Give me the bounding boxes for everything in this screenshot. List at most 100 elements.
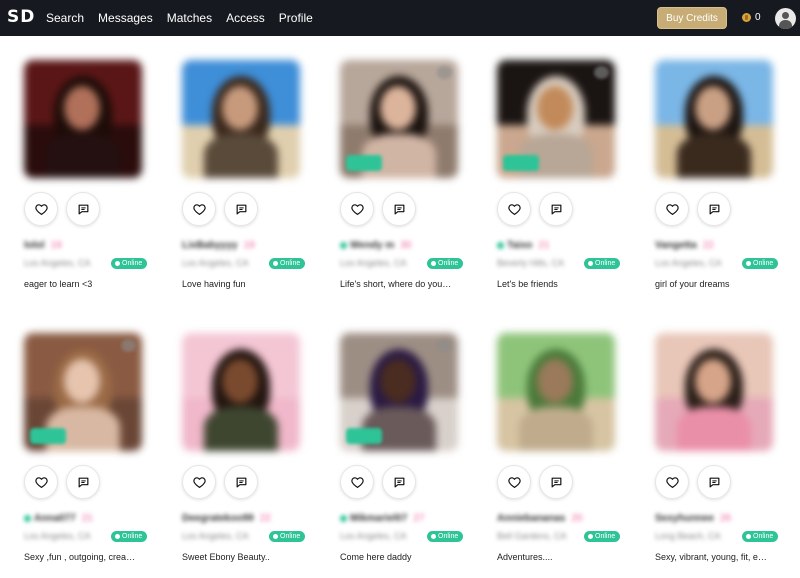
profile-name-row[interactable]: Deegratekoo99 22 xyxy=(182,511,332,525)
nav-messages[interactable]: Messages xyxy=(98,11,153,25)
profile-card[interactable]: LixBabyyyy 19 Los Angeles, CA Online Lov… xyxy=(182,60,332,300)
nav-profile[interactable]: Profile xyxy=(279,11,313,25)
profile-name-row[interactable]: Anniebananas 20 xyxy=(497,511,647,525)
profile-name-row[interactable]: Sexyhunnee 26 xyxy=(655,511,800,525)
profile-location: Los Angeles, CA xyxy=(340,531,407,541)
profile-card[interactable]: Mikmariel07 27 Los Angeles, CA Online Co… xyxy=(340,333,490,573)
profile-name-row[interactable]: Wendy m 30 xyxy=(340,238,490,252)
like-button[interactable] xyxy=(340,465,374,499)
profile-tagline: Let's be friends xyxy=(497,279,558,289)
message-icon xyxy=(709,477,719,487)
buy-credits-button[interactable]: Buy Credits xyxy=(657,7,727,29)
like-button[interactable] xyxy=(182,192,216,226)
profile-username[interactable]: Wendy m xyxy=(350,240,394,251)
photo-body-shape xyxy=(519,407,593,451)
message-button[interactable] xyxy=(224,192,258,226)
like-button[interactable] xyxy=(182,465,216,499)
message-button[interactable] xyxy=(382,192,416,226)
profile-tagline: Adventures.... xyxy=(497,552,553,562)
message-icon xyxy=(394,204,404,214)
profile-age: 26 xyxy=(719,512,732,524)
profile-username[interactable]: lolol xyxy=(24,240,45,251)
heart-icon xyxy=(665,476,679,488)
heart-icon xyxy=(507,476,521,488)
profile-location: Los Angeles, CA xyxy=(655,258,722,268)
profile-name-row[interactable]: Taixo 21 xyxy=(497,238,647,252)
like-button[interactable] xyxy=(24,192,58,226)
online-status-badge: Online xyxy=(584,258,621,269)
profile-card[interactable]: lolol 19 Los Angeles, CA Online eager to… xyxy=(24,60,174,300)
heart-icon xyxy=(350,476,364,488)
profile-name-row[interactable]: Anna077 21 xyxy=(24,511,174,525)
nav-access[interactable]: Access xyxy=(226,11,265,25)
profile-username[interactable]: Sexyhunnee xyxy=(655,513,714,524)
profile-name-row[interactable]: LixBabyyyy 19 xyxy=(182,238,332,252)
profile-location: Los Angeles, CA xyxy=(340,258,407,268)
online-status-badge: Online xyxy=(269,258,306,269)
message-icon xyxy=(78,477,88,487)
nav-matches[interactable]: Matches xyxy=(167,11,212,25)
profile-tagline: Life's short, where do you… xyxy=(340,279,452,289)
profile-username[interactable]: Anna077 xyxy=(34,513,76,524)
verified-badge xyxy=(346,428,382,444)
profile-tagline: Sexy ,fun , outgoing, crea… xyxy=(24,552,136,562)
profile-photo[interactable] xyxy=(655,333,773,451)
user-avatar-icon[interactable] xyxy=(775,8,796,29)
profile-card[interactable]: Deegratekoo99 22 Los Angeles, CA Online … xyxy=(182,333,332,573)
like-button[interactable] xyxy=(340,192,374,226)
message-button[interactable] xyxy=(66,465,100,499)
site-logo[interactable]: SD xyxy=(7,7,35,27)
profile-name-row[interactable]: Vangetta 22 xyxy=(655,238,800,252)
verified-badge xyxy=(503,155,539,171)
profile-card[interactable]: Anna077 21 Los Angeles, CA Online Sexy ,… xyxy=(24,333,174,573)
profile-photo[interactable] xyxy=(182,333,300,451)
profile-photo[interactable] xyxy=(655,60,773,178)
verified-badge xyxy=(346,155,382,171)
profile-location: Beverly Hills, CA xyxy=(497,258,565,268)
profile-card[interactable]: Wendy m 30 Los Angeles, CA Online Life's… xyxy=(340,60,490,300)
profile-photo[interactable] xyxy=(497,333,615,451)
profile-age: 27 xyxy=(413,512,425,524)
profile-username[interactable]: Mikmariel07 xyxy=(350,513,407,524)
verified-dot-icon xyxy=(340,241,347,249)
profile-name-row[interactable]: lolol 19 xyxy=(24,238,174,252)
profile-tagline: Sweet Ebony Beauty.. xyxy=(182,552,270,562)
profile-photo[interactable] xyxy=(24,60,142,178)
profile-username[interactable]: Deegratekoo99 xyxy=(182,513,254,524)
photo-face-shape xyxy=(695,359,731,403)
profile-location: Los Angeles, CA xyxy=(24,258,91,268)
verified-badge xyxy=(30,428,66,444)
photo-face-shape xyxy=(222,86,258,130)
profile-username[interactable]: Taixo xyxy=(507,240,532,251)
like-button[interactable] xyxy=(655,465,689,499)
online-status-badge: Online xyxy=(111,258,148,269)
like-button[interactable] xyxy=(655,192,689,226)
avatar-head-shape xyxy=(782,12,789,19)
message-button[interactable] xyxy=(539,192,573,226)
message-button[interactable] xyxy=(697,465,731,499)
profile-tagline: Come here daddy xyxy=(340,552,412,562)
message-icon xyxy=(709,204,719,214)
message-button[interactable] xyxy=(66,192,100,226)
profile-card[interactable]: Vangetta 22 Los Angeles, CA Online girl … xyxy=(655,60,800,300)
profile-card[interactable]: Sexyhunnee 26 Long Beach, CA Online Sexy… xyxy=(655,333,800,573)
message-button[interactable] xyxy=(382,465,416,499)
like-button[interactable] xyxy=(497,192,531,226)
photo-face-shape xyxy=(222,359,258,403)
like-button[interactable] xyxy=(497,465,531,499)
credits-balance[interactable]: 0 xyxy=(742,12,761,23)
profile-username[interactable]: Vangetta xyxy=(655,240,697,251)
profile-card[interactable]: Taixo 21 Beverly Hills, CA Online Let's … xyxy=(497,60,647,300)
message-button[interactable] xyxy=(539,465,573,499)
profile-age: 22 xyxy=(702,239,714,251)
profile-photo[interactable] xyxy=(182,60,300,178)
message-button[interactable] xyxy=(224,465,258,499)
profile-username[interactable]: LixBabyyyy xyxy=(182,240,238,251)
profile-name-row[interactable]: Mikmariel07 27 xyxy=(340,511,490,525)
nav-search[interactable]: Search xyxy=(46,11,84,25)
heart-icon xyxy=(34,476,48,488)
profile-username[interactable]: Anniebananas xyxy=(497,513,565,524)
like-button[interactable] xyxy=(24,465,58,499)
profile-card[interactable]: Anniebananas 20 Bell Gardens, CA Online … xyxy=(497,333,647,573)
message-button[interactable] xyxy=(697,192,731,226)
